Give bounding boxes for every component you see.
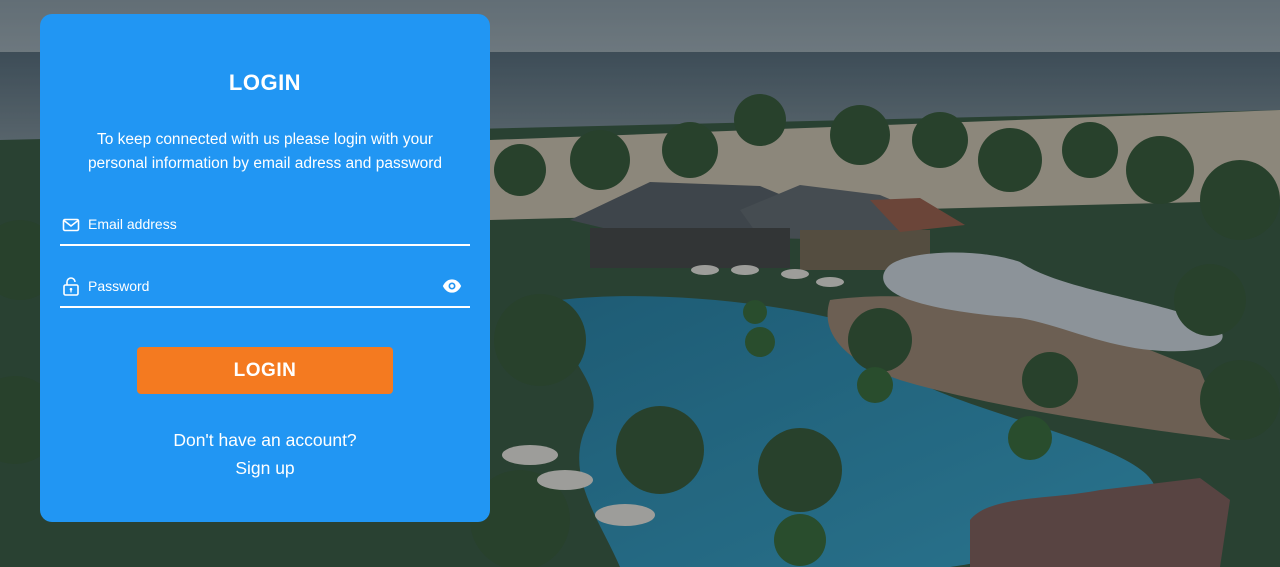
mail-icon	[62, 218, 80, 232]
password-input[interactable]	[88, 274, 428, 298]
login-title: LOGIN	[228, 70, 302, 95]
signup-container: Sign up	[40, 458, 490, 479]
password-field[interactable]	[60, 266, 470, 308]
no-account-text: Don't have an account?	[173, 430, 357, 450]
eye-icon[interactable]	[442, 276, 462, 296]
login-button[interactable]: LOGIN	[137, 347, 393, 394]
signup-link[interactable]: Sign up	[235, 458, 294, 478]
login-card: LOGIN To keep connected with us please l…	[40, 14, 490, 522]
email-field[interactable]	[60, 204, 470, 246]
email-input[interactable]	[88, 212, 428, 236]
login-description: To keep connected with us please login w…	[87, 131, 443, 172]
lock-icon	[63, 277, 79, 296]
